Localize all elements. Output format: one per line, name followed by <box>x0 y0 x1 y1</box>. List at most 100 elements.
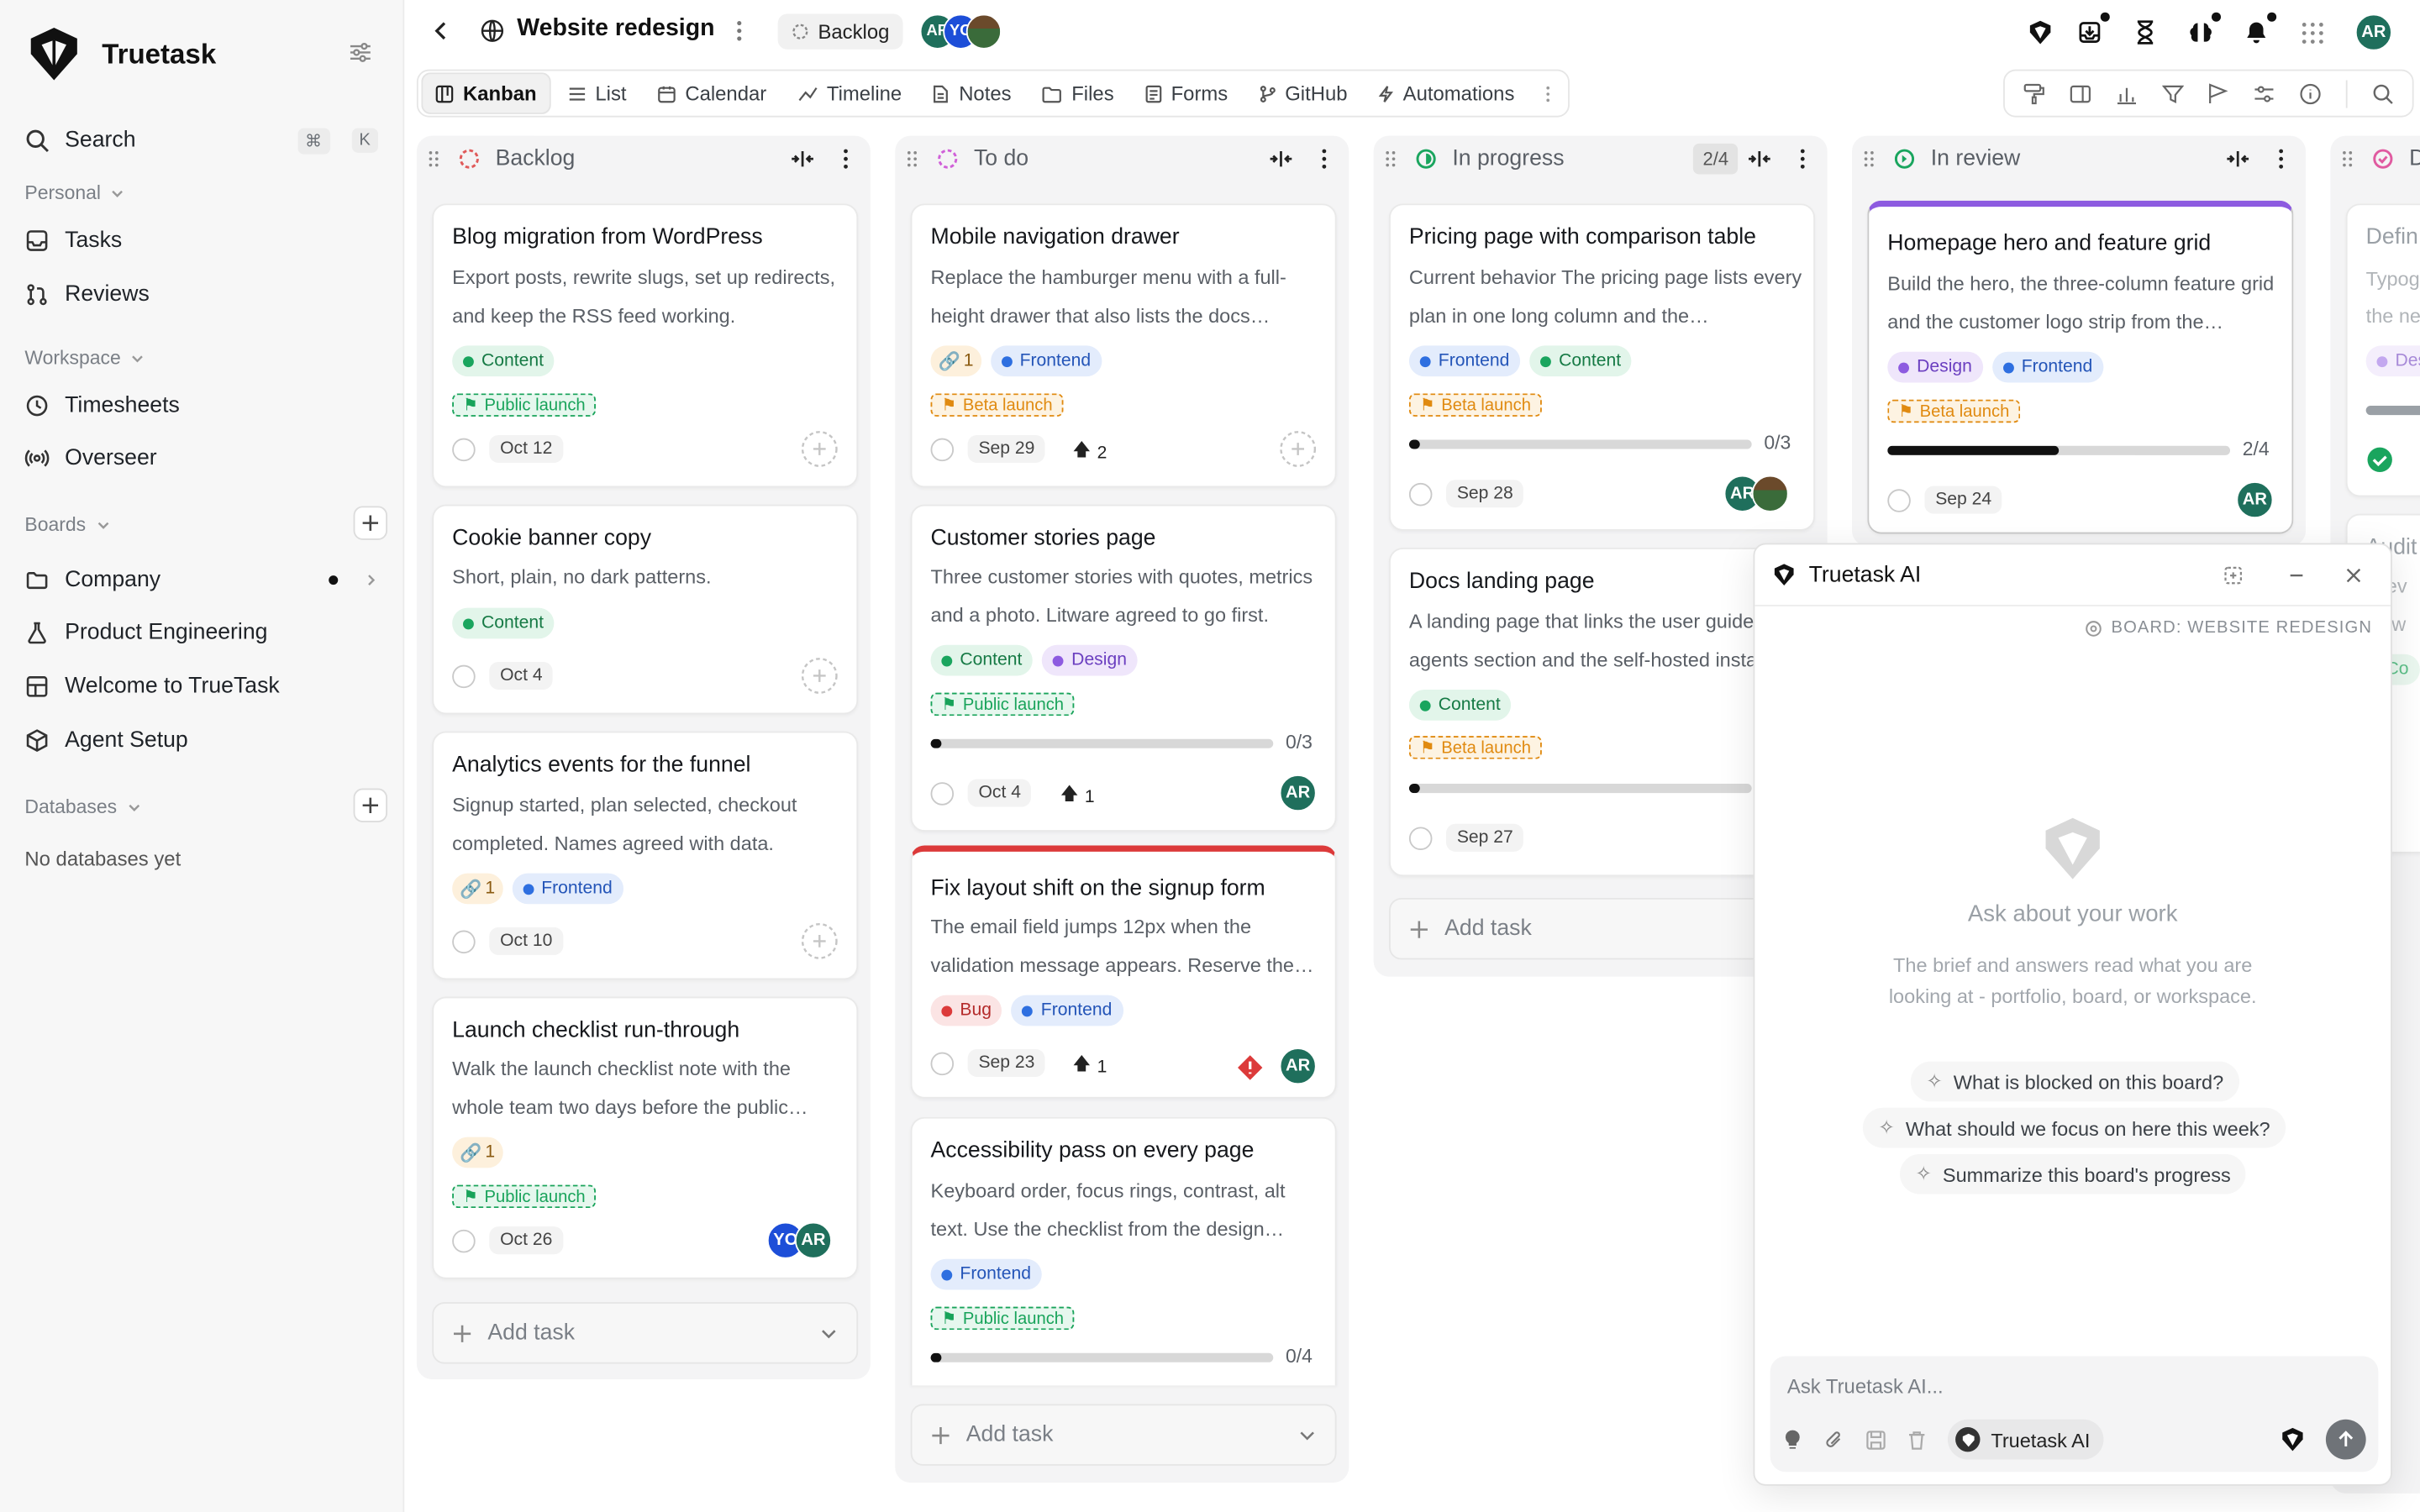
databases-section-header[interactable]: Databases <box>24 791 378 822</box>
due-date[interactable]: Sep 23 <box>967 1048 1046 1078</box>
complete-checkbox[interactable] <box>452 438 476 462</box>
tab-notes[interactable]: Notes <box>918 72 1025 114</box>
brain-icon[interactable] <box>2173 12 2228 49</box>
filter-icon[interactable] <box>2161 82 2184 104</box>
milestone-public-launch[interactable]: ⚑ Public launch <box>452 1184 597 1209</box>
more-vertical-icon[interactable] <box>734 18 744 43</box>
suggestion-chip[interactable]: ✧ Summarize this board's progress <box>1899 1153 2247 1194</box>
expand-icon[interactable] <box>2208 565 2258 584</box>
search-icon[interactable] <box>2372 82 2394 104</box>
chevron-down-icon[interactable] <box>1298 1425 1317 1444</box>
milestone-beta-launch[interactable]: ⚑ Beta launch <box>1408 393 1542 417</box>
sidebar-item-agent-setup[interactable]: Agent Setup <box>24 717 378 764</box>
urgent-priority-icon[interactable] <box>1236 1053 1264 1081</box>
tag-design[interactable]: Design <box>1887 351 1983 383</box>
tag-frontend[interactable]: Frontend <box>1011 995 1123 1026</box>
task-card[interactable]: Fix layout shift on the signup form The … <box>910 845 1337 1099</box>
due-date[interactable]: Oct 10 <box>489 927 564 955</box>
task-card[interactable]: Mobile navigation drawer Replace the ham… <box>910 203 1337 488</box>
column-header-done[interactable]: D <box>2333 142 2420 176</box>
sliders-icon[interactable] <box>2254 82 2275 104</box>
truetask-ai-icon[interactable] <box>2018 15 2061 49</box>
tag-design[interactable]: Des <box>2365 345 2420 377</box>
due-date[interactable]: Sep 28 <box>1445 480 1524 508</box>
apps-grid-icon[interactable] <box>2284 15 2339 49</box>
tab-forms[interactable]: Forms <box>1131 72 1242 114</box>
linked-items-badge[interactable]: 🔗 1 <box>930 345 981 377</box>
add-database-button[interactable] <box>353 788 388 822</box>
save-icon[interactable] <box>1866 1430 1886 1450</box>
milestone-public-launch[interactable]: ⚑ Public launch <box>452 393 597 417</box>
workspace-section-header[interactable]: Workspace <box>24 343 378 374</box>
more-vertical-icon[interactable] <box>1781 148 1824 170</box>
tab-calendar[interactable]: Calendar <box>644 72 781 114</box>
column-header-in-review[interactable]: In review <box>1855 142 2303 176</box>
complete-checkbox[interactable] <box>930 782 955 806</box>
sidebar-item-welcome[interactable]: Welcome to TrueTask <box>24 664 378 710</box>
due-date[interactable]: Sep 29 <box>967 434 1046 464</box>
sidebar-item-product-engineering[interactable]: Product Engineering <box>24 609 378 655</box>
task-card[interactable]: Cookie banner copy Short, plain, no dark… <box>432 504 859 715</box>
sidebar-item-timesheets[interactable]: Timesheets <box>24 383 378 429</box>
milestone-public-launch[interactable]: ⚑ Public launch <box>930 1306 1075 1331</box>
completed-check-icon[interactable] <box>2366 446 2394 474</box>
tab-timeline[interactable]: Timeline <box>783 72 915 114</box>
tab-github[interactable]: GitHub <box>1244 72 1361 114</box>
more-vertical-icon[interactable] <box>2260 148 2302 170</box>
boards-section-header[interactable]: Boards <box>24 509 378 540</box>
sidebar-item-company[interactable]: Company <box>24 557 378 603</box>
inbox-download-icon[interactable] <box>2062 12 2118 49</box>
add-task-button[interactable]: Add task <box>910 1404 1337 1466</box>
chevron-right-icon[interactable] <box>363 572 378 587</box>
member-avatars[interactable]: AR YO <box>919 13 1002 50</box>
ai-input[interactable]: Ask Truetask AI... <box>1787 1374 1944 1398</box>
collapse-icon[interactable] <box>2217 150 2260 168</box>
sidebar-settings-icon[interactable] <box>349 42 372 64</box>
suggestion-chip[interactable]: ✧ What should we focus on here this week? <box>1862 1107 2286 1148</box>
task-card[interactable]: Launch checklist run-through Walk the la… <box>432 996 859 1279</box>
due-date[interactable]: Oct 4 <box>967 779 1032 807</box>
complete-checkbox[interactable] <box>1408 827 1433 851</box>
sidebar-item-reviews[interactable]: Reviews <box>24 271 378 318</box>
drag-handle-icon[interactable] <box>1855 150 1883 168</box>
add-assignee-icon[interactable] <box>801 430 838 467</box>
minimize-icon[interactable] <box>2272 565 2322 584</box>
complete-checkbox[interactable] <box>1887 489 1911 512</box>
tab-automations[interactable]: Automations <box>1365 72 1528 114</box>
brand[interactable]: Truetask <box>28 26 216 81</box>
tab-kanban[interactable]: Kanban <box>421 72 551 114</box>
chevron-down-icon[interactable] <box>819 1324 838 1342</box>
trash-icon[interactable] <box>1907 1430 1926 1450</box>
collapse-icon[interactable] <box>1738 150 1781 168</box>
collapse-icon[interactable] <box>781 150 823 168</box>
drag-handle-icon[interactable] <box>420 150 448 168</box>
milestone-public-launch[interactable]: ⚑ Public launch <box>930 692 1075 717</box>
milestone-beta-launch[interactable]: ⚑ Beta launch <box>1408 736 1542 759</box>
truetask-ai-icon[interactable] <box>2281 1427 2305 1452</box>
task-card[interactable]: Defin Typog the ne Des <box>2345 203 2420 497</box>
tag-content[interactable]: Content <box>1529 345 1632 377</box>
more-vertical-icon[interactable] <box>1532 84 1565 102</box>
sidebar-item-tasks[interactable]: Tasks <box>24 218 378 264</box>
task-card[interactable]: Customer stories page Three customer sto… <box>910 504 1337 832</box>
complete-checkbox[interactable] <box>452 664 476 689</box>
close-icon[interactable] <box>2335 565 2372 584</box>
sidebar-search[interactable]: Search ⌘ K <box>24 118 378 164</box>
assignees[interactable]: AR <box>1723 475 1789 512</box>
tag-content[interactable]: Content <box>930 644 1034 676</box>
column-header-backlog[interactable]: Backlog <box>420 142 868 176</box>
linked-items-badge[interactable]: 🔗 1 <box>452 1137 503 1168</box>
avatar[interactable]: AR <box>2236 481 2274 519</box>
add-assignee-icon[interactable] <box>801 657 838 694</box>
bar-chart-icon[interactable] <box>2116 82 2138 104</box>
due-date[interactable]: Oct 4 <box>489 661 554 690</box>
sidebar-item-overseer[interactable]: Overseer <box>24 435 378 481</box>
milestone-beta-launch[interactable]: ⚑ Beta launch <box>930 393 1064 417</box>
due-date[interactable]: Sep 27 <box>1445 823 1524 852</box>
task-card[interactable]: Blog migration from WordPress Export pos… <box>432 203 859 488</box>
more-vertical-icon[interactable] <box>824 148 867 170</box>
upvotes[interactable]: 🡅 2 <box>1073 438 1107 468</box>
due-date[interactable]: Sep 24 <box>1924 486 2003 514</box>
upvotes[interactable]: 🡅 1 <box>1073 1053 1107 1082</box>
drag-handle-icon[interactable] <box>2333 150 2361 168</box>
